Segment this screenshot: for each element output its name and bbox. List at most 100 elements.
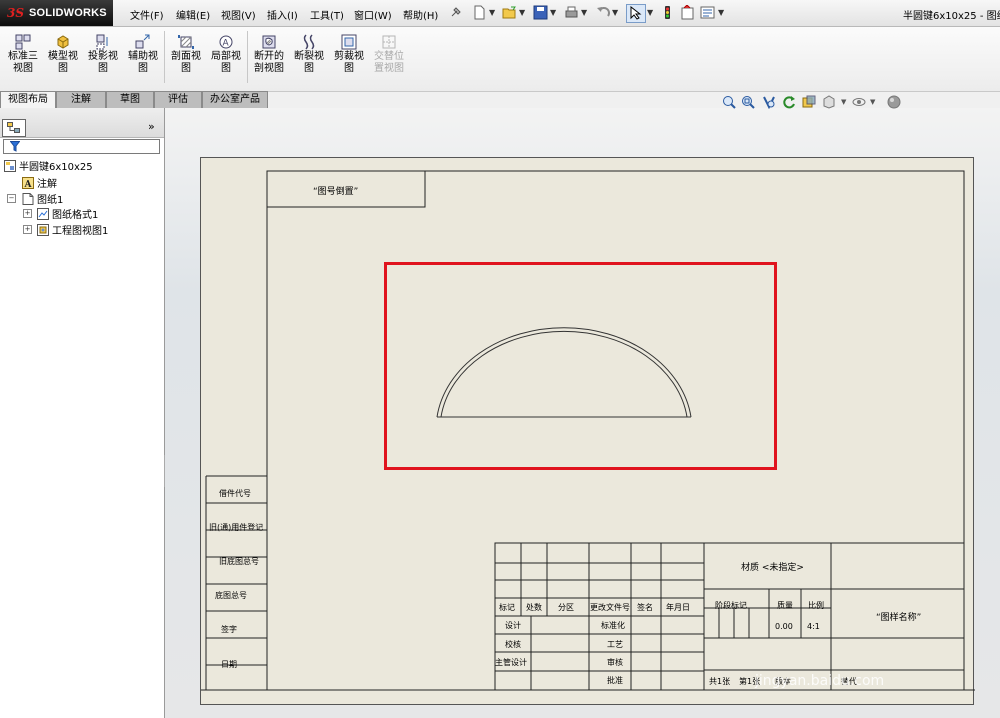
sheet-total-label: 共1张 xyxy=(709,677,731,686)
chevron-down-icon[interactable]: ▼ xyxy=(519,8,525,17)
display-style-icon[interactable] xyxy=(822,95,836,109)
collapse-panel-button[interactable]: » xyxy=(148,120,155,133)
crop-view-button[interactable]: 剪裁视图 xyxy=(329,27,369,87)
left-label-base-total-number: 底图总号 xyxy=(215,591,247,600)
section-view-display-icon[interactable] xyxy=(802,95,816,109)
cmd-label-line1: 局部视 xyxy=(211,51,241,62)
command-manager: 标准三 视图 模型视图 投影视图 辅助视图 剖面视图 A 局部视图 断开的 剖视图 … xyxy=(0,27,1000,92)
tree-item-annotations[interactable]: A 注解 xyxy=(22,175,57,190)
menu-edit[interactable]: 编辑(E) xyxy=(176,7,210,22)
filter-icon xyxy=(10,141,20,152)
file-properties-icon[interactable] xyxy=(680,5,695,20)
pin-icon[interactable] xyxy=(448,5,463,20)
menu-tools[interactable]: 工具(T) xyxy=(310,7,344,22)
menu-view[interactable]: 视图(V) xyxy=(221,7,256,22)
svg-text:A: A xyxy=(24,180,33,189)
rev-header-count: 处数 xyxy=(526,603,542,612)
feature-manager-tab[interactable] xyxy=(2,119,26,137)
chevron-down-icon[interactable]: ▼ xyxy=(489,8,495,17)
watermark: jingyan.baidu.com xyxy=(755,673,885,689)
options-icon[interactable] xyxy=(700,5,715,20)
model-view-button[interactable]: 模型视图 xyxy=(43,27,83,87)
tab-sketch[interactable]: 草图 xyxy=(106,91,154,108)
tree-item-drawing-view[interactable]: 工程图视图1 xyxy=(37,222,108,237)
tab-evaluate[interactable]: 评估 xyxy=(154,91,202,108)
feature-tree-icon xyxy=(7,122,20,133)
solidworks-logo[interactable]: 3S SOLIDWORKS xyxy=(0,0,113,26)
stage-header-scale: 比例 xyxy=(808,601,824,610)
cmd-label-line1: 剖面视 xyxy=(171,51,201,62)
stage-header-stage-mark: 阶段标记 xyxy=(715,601,747,610)
tree-item-label: 注解 xyxy=(37,179,57,190)
rev-header-mark: 标记 xyxy=(499,603,515,612)
chevron-down-icon[interactable]: ▼ xyxy=(550,8,556,17)
feature-manager-panel: » 半圆键6x10x25 A 注解 − 图纸1 + 图纸格式1 + 工程图视图1 xyxy=(0,108,165,718)
chevron-down-icon[interactable]: ▼ xyxy=(647,8,653,17)
print-icon[interactable] xyxy=(564,5,579,20)
rebuild-refresh-icon[interactable] xyxy=(782,95,796,109)
tab-office-products[interactable]: 办公室产品 xyxy=(202,91,268,108)
section-view-button[interactable]: 剖面视图 xyxy=(166,27,206,87)
chevron-down-icon[interactable]: ▼ xyxy=(870,98,875,106)
sheet-icon xyxy=(22,193,34,205)
cmd-label-line2: 图 xyxy=(304,63,314,74)
sheet-format-icon xyxy=(37,208,49,220)
alternate-position-view-icon xyxy=(382,35,396,49)
cmd-label-line2: 置视图 xyxy=(374,63,404,74)
part-name-label: “图样名称” xyxy=(876,613,922,623)
crop-view-icon xyxy=(341,34,357,50)
brand-name: SOLIDWORKS xyxy=(29,7,107,19)
zoom-to-area-icon[interactable] xyxy=(741,95,755,109)
tab-view-layout[interactable]: 视图布局 xyxy=(0,91,56,108)
previous-view-icon[interactable] xyxy=(762,95,776,109)
tree-item-label: 工程图视图1 xyxy=(52,226,109,237)
broken-out-section-icon xyxy=(262,35,276,49)
select-tool-highlight[interactable] xyxy=(626,4,646,23)
drawing-number-inverted-label: “图号倒置” xyxy=(313,187,359,197)
appearance-sphere-icon[interactable] xyxy=(887,95,901,109)
left-label-borrowed-part-code: 借件代号 xyxy=(219,489,251,498)
cmd-label-line2: 视图 xyxy=(13,63,33,74)
tree-item-sheet-format[interactable]: 图纸格式1 xyxy=(37,206,98,221)
expand-collapse-icon[interactable]: − xyxy=(7,194,16,203)
break-view-button[interactable]: 断裂视图 xyxy=(289,27,329,87)
cmd-label-line1: 断开的 xyxy=(254,51,284,62)
tab-annotation[interactable]: 注解 xyxy=(56,91,106,108)
hide-show-items-icon[interactable] xyxy=(852,95,866,109)
broken-out-section-button[interactable]: 断开的 剖视图 xyxy=(249,27,289,87)
save-icon[interactable] xyxy=(533,5,548,20)
panel-toolbar: » xyxy=(0,108,164,138)
chevron-down-icon[interactable]: ▼ xyxy=(612,8,618,17)
menu-help[interactable]: 帮助(H) xyxy=(403,7,438,22)
expand-icon[interactable]: + xyxy=(23,209,32,218)
approval-label-review: 审核 xyxy=(607,658,623,667)
menu-file[interactable]: 文件(F) xyxy=(130,7,164,22)
cmd-label-line1: 交替位 xyxy=(374,51,404,62)
open-folder-icon[interactable] xyxy=(502,5,517,20)
break-view-icon xyxy=(303,34,315,50)
alternate-position-view-button[interactable]: 交替位 置视图 xyxy=(369,27,409,87)
chevron-down-icon[interactable]: ▼ xyxy=(718,8,724,17)
standard-3-view-button[interactable]: 标准三 视图 xyxy=(3,27,43,87)
menu-window[interactable]: 窗口(W) xyxy=(354,7,392,22)
drawing-sheet[interactable]: “图号倒置” 借件代号 旧(通)用件登记 旧底图总号 底图总号 签字 日期 标记… xyxy=(200,157,975,705)
chevron-down-icon[interactable]: ▼ xyxy=(581,8,587,17)
rebuild-icon[interactable] xyxy=(660,5,675,20)
expand-icon[interactable]: + xyxy=(23,225,32,234)
tree-filter-input[interactable] xyxy=(3,139,160,154)
projected-view-icon xyxy=(96,34,108,50)
section-view-icon xyxy=(178,35,194,49)
detail-view-button[interactable]: A 局部视图 xyxy=(206,27,246,87)
tree-item-label: 图纸1 xyxy=(37,195,64,206)
new-document-icon[interactable] xyxy=(472,5,487,20)
cmd-label-line2: 图 xyxy=(138,63,148,74)
projected-view-button[interactable]: 投影视图 xyxy=(83,27,123,87)
menu-insert[interactable]: 插入(I) xyxy=(267,7,298,22)
tree-item-sheet1[interactable]: 图纸1 xyxy=(22,191,63,206)
auxiliary-view-button[interactable]: 辅助视图 xyxy=(123,27,163,87)
tree-root[interactable]: 半圆键6x10x25 xyxy=(4,158,93,173)
zoom-to-fit-icon[interactable] xyxy=(722,95,736,109)
select-cursor-icon xyxy=(630,6,642,20)
chevron-down-icon[interactable]: ▼ xyxy=(841,98,846,106)
undo-icon[interactable] xyxy=(596,5,611,20)
